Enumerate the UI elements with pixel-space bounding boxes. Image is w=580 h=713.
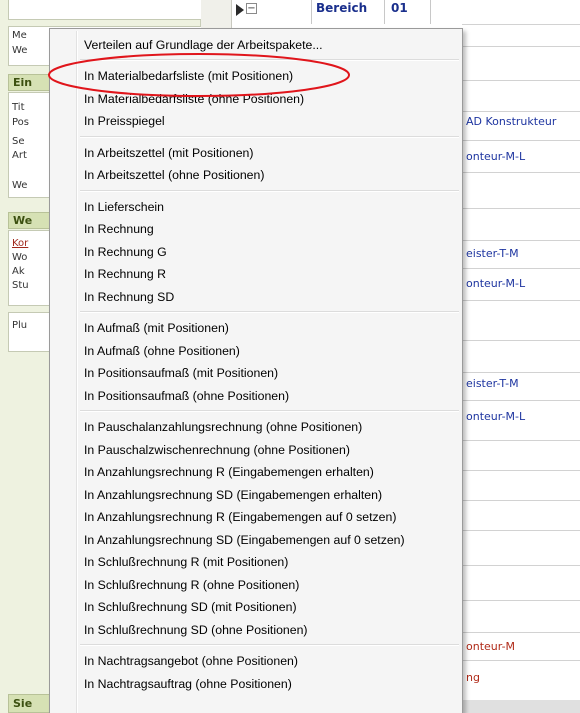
menu-item[interactable]: In Schlußrechnung R (ohne Positionen) — [84, 574, 299, 596]
sidebar-panel-top — [8, 0, 202, 20]
menu-item[interactable]: In Rechnung SD — [84, 286, 174, 308]
menu-separator — [80, 189, 459, 192]
grid-row-line — [462, 600, 580, 601]
grid-row-line — [462, 172, 580, 173]
menu-item[interactable]: In Rechnung R — [84, 263, 166, 285]
sidebar-label: Tit — [12, 102, 25, 113]
menu-separator — [80, 410, 459, 412]
menu-item[interactable]: In Schlußrechnung R (mit Positionen) — [84, 551, 288, 573]
menu-item[interactable]: In Nachtragsauftrag (ohne Positionen) — [84, 673, 292, 695]
grid-row-line — [462, 632, 580, 633]
sidebar-label: Plu — [12, 320, 28, 331]
menu-item[interactable]: In Rechnung — [84, 218, 154, 240]
menu-item[interactable]: In Anzahlungsrechnung R (Eingabemengen e… — [84, 461, 374, 483]
menu-item[interactable]: In Rechnung G — [84, 241, 167, 263]
grid-divider — [384, 0, 385, 24]
grid-divider — [430, 0, 431, 24]
sidebar-link[interactable]: Kor — [12, 238, 28, 249]
sidebar-label: We — [12, 45, 28, 56]
grid-row-line — [462, 470, 580, 471]
grid-row-line — [462, 565, 580, 566]
menu-item[interactable]: In Aufmaß (ohne Positionen) — [84, 340, 240, 362]
grid-row-line — [462, 24, 580, 25]
sidebar-label: Art — [12, 150, 27, 161]
menu-item[interactable]: In Schlußrechnung SD (ohne Positionen) — [84, 619, 308, 641]
grid-cell[interactable]: onteur-M-L — [466, 410, 525, 423]
menu-item[interactable]: In Pauschalanzahlungsrechnung (ohne Posi… — [84, 416, 362, 438]
grid-cell[interactable]: onteur-M-L — [466, 277, 525, 290]
grid-row-line — [462, 440, 580, 441]
grid-row-line — [462, 140, 580, 141]
column-header-number[interactable]: 01 — [391, 1, 408, 15]
menu-item[interactable]: In Anzahlungsrechnung SD (Eingabemengen … — [84, 484, 382, 506]
menu-item[interactable]: In Materialbedarfsliste (ohne Positionen… — [84, 88, 304, 110]
grid-row-line — [462, 268, 580, 269]
menu-item[interactable]: In Preisspiegel — [84, 110, 165, 132]
menu-item[interactable]: In Materialbedarfsliste (mit Positionen) — [84, 65, 293, 87]
grid-row-line — [462, 660, 580, 661]
sidebar-label: Ak — [12, 266, 25, 277]
menu-icon-gutter — [76, 31, 78, 713]
column-header-bereich[interactable]: Bereich — [316, 1, 367, 15]
grid-row-line — [462, 208, 580, 209]
menu-separator — [80, 644, 459, 646]
sidebar-label: Se — [12, 136, 25, 147]
grid-cell[interactable]: ng — [466, 671, 480, 684]
row-pointer-icon — [236, 4, 244, 16]
grid-row-line — [462, 500, 580, 501]
grid-row-line — [462, 46, 580, 47]
sidebar-label: Me — [12, 30, 27, 41]
collapse-icon[interactable]: − — [246, 3, 257, 14]
sidebar-label: We — [12, 180, 28, 191]
menu-item[interactable]: In Lieferschein — [84, 196, 164, 218]
grid-cell[interactable]: onteur-M-L — [466, 150, 525, 163]
menu-item[interactable]: In Positionsaufmaß (mit Positionen) — [84, 362, 278, 384]
horizontal-scrollbar[interactable] — [462, 700, 580, 713]
sidebar-label: Pos — [12, 117, 30, 128]
menu-separator — [80, 135, 459, 138]
menu-item[interactable]: In Anzahlungsrechnung R (Eingabemengen a… — [84, 506, 396, 528]
grid-cell[interactable]: eister-T-M — [466, 247, 519, 260]
menu-item[interactable]: In Arbeitszettel (ohne Positionen) — [84, 164, 264, 186]
menu-item[interactable]: In Anzahlungsrechnung SD (Eingabemengen … — [84, 529, 405, 551]
grid-divider — [311, 0, 312, 24]
grid-row-line — [462, 530, 580, 531]
grid-row-line — [462, 400, 580, 401]
sidebar-label: Wo — [12, 252, 28, 263]
grid-cell[interactable]: eister-T-M — [466, 377, 519, 390]
grid-row-line — [462, 340, 580, 341]
menu-item[interactable]: Verteilen auf Grundlage der Arbeitspaket… — [84, 34, 323, 56]
menu-item[interactable]: In Positionsaufmaß (ohne Positionen) — [84, 385, 289, 407]
context-menu: Verteilen auf Grundlage der Arbeitspaket… — [49, 28, 463, 713]
grid-cell[interactable]: onteur-M — [466, 640, 515, 653]
grid-row-line — [462, 111, 580, 112]
menu-item[interactable]: In Nachtragsangebot (ohne Positionen) — [84, 650, 298, 672]
menu-item[interactable]: In Aufmaß (mit Positionen) — [84, 317, 229, 339]
grid-row-line — [462, 240, 580, 241]
grid-row-line — [462, 300, 580, 301]
grid-row-line — [462, 80, 580, 81]
menu-item[interactable]: In Pauschalzwischenrechnung (ohne Positi… — [84, 439, 350, 461]
menu-separator — [80, 59, 459, 61]
menu-item[interactable]: In Schlußrechnung SD (mit Positionen) — [84, 596, 297, 618]
grid-cell[interactable]: AD Konstrukteur — [466, 115, 556, 128]
grid-row-line — [462, 372, 580, 373]
menu-item[interactable]: In Arbeitszettel (mit Positionen) — [84, 142, 254, 164]
sidebar-label: Stu — [12, 280, 29, 291]
menu-separator — [80, 311, 459, 313]
